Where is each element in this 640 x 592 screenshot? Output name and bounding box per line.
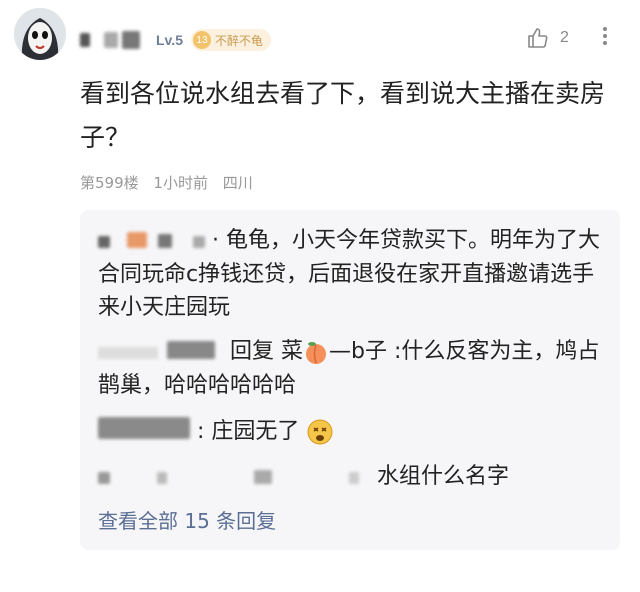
avatar[interactable]	[14, 8, 66, 60]
reply-label: 回复	[230, 339, 275, 364]
comment-text: 看到各位说水组去看了下，看到说大主播在卖房子？	[80, 79, 606, 152]
post-time: 1小时前	[153, 174, 208, 192]
reply-item[interactable]: 回复 菜 —b子 :什么反客为主，鸠占鹊巢，哈哈哈哈哈哈	[98, 335, 603, 402]
username[interactable]	[80, 31, 140, 49]
avatar-image	[14, 8, 66, 60]
thumbs-up-icon	[528, 28, 548, 48]
reply-author[interactable]	[98, 461, 370, 494]
reply-text: 水组什么名字	[377, 464, 510, 489]
level-badge: Lv.5	[156, 32, 183, 48]
fan-badge-label: 不醉不龟	[214, 33, 263, 48]
dizzy-emoji-icon	[307, 419, 333, 445]
floor-number: 第599楼	[80, 174, 139, 192]
comment-meta: 第599楼 1小时前 四川	[80, 172, 263, 193]
view-all-replies-link[interactable]: 查看全部 15 条回复	[98, 505, 276, 534]
fan-badge[interactable]: 13 不醉不龟	[190, 29, 271, 51]
reply-text: : 庄园无了	[197, 419, 300, 444]
like-button[interactable]: 2	[526, 26, 569, 50]
reply-author[interactable]	[98, 416, 190, 449]
replies-panel: · 龟龟，小天今年贷款买下。明年为了大合同玩命c挣钱还贷，后面退役在家开直播邀请…	[80, 210, 620, 550]
fan-badge-level: 13	[192, 31, 211, 49]
location: 四川	[222, 174, 253, 192]
peach-icon	[306, 342, 327, 364]
more-options-icon[interactable]	[600, 24, 610, 48]
like-count: 2	[560, 29, 569, 46]
reply-item[interactable]: 水组什么名字	[98, 460, 603, 494]
reply-author[interactable]	[98, 336, 215, 369]
comment-header: Lv.5 13 不醉不龟	[80, 28, 271, 52]
mention-link[interactable]: 菜 —b子	[281, 339, 394, 364]
reply-author[interactable]	[98, 225, 205, 258]
reply-item[interactable]: : 庄园无了	[98, 415, 603, 449]
reply-item[interactable]: · 龟龟，小天今年贷款买下。明年为了大合同玩命c挣钱还贷，后面退役在家开直播邀请…	[98, 224, 603, 324]
